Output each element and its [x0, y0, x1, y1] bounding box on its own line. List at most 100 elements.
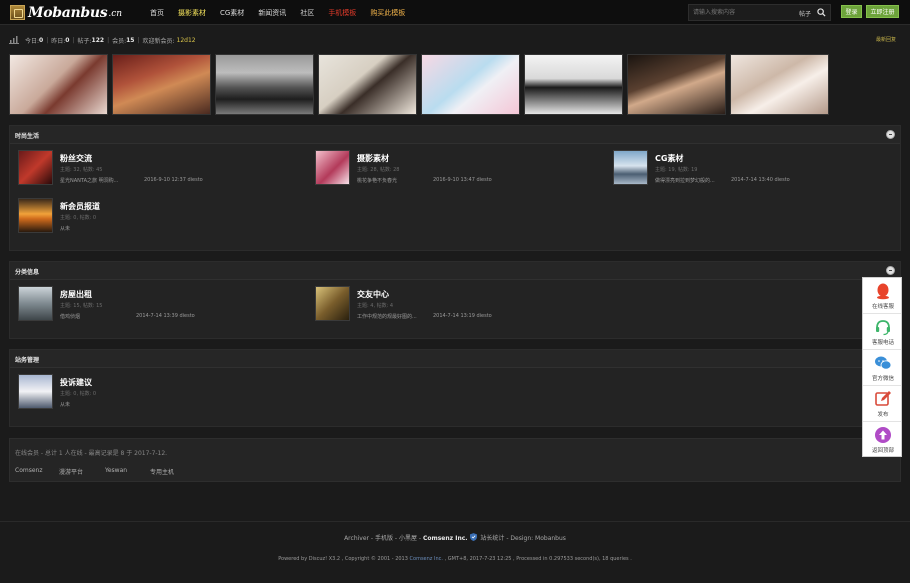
- forum-name[interactable]: 房屋出租: [60, 289, 92, 300]
- forum-last-time: 2016-9-10 13:47 diesto: [433, 177, 492, 183]
- forum-name[interactable]: 投诉建议: [60, 377, 92, 388]
- gallery-thumb[interactable]: [112, 54, 211, 115]
- nav-item-home[interactable]: 首页: [150, 8, 164, 18]
- forum-last-post[interactable]: 工作中规范的规最好图的...: [357, 313, 417, 320]
- forum-last-post[interactable]: 借鸡侦烟: [60, 313, 80, 320]
- forum-item[interactable]: CG素材 主题: 19, 帖数: 19 做得漂亮到拉到梦幻般的... 2014-…: [613, 150, 898, 186]
- forum-name[interactable]: 新会员报道: [60, 201, 100, 212]
- gallery-thumb[interactable]: [421, 54, 520, 115]
- footer-links: Archiver - 手机版 - 小黑屋 - Comsenz Inc. 站长统计…: [0, 533, 910, 542]
- logo-icon: [10, 5, 25, 20]
- search-box: 帖子: [688, 4, 831, 21]
- wechat-icon: [875, 356, 892, 370]
- forum-item[interactable]: 摄影素材 主题: 28, 帖数: 28 桃花争艳不负春光 2016-9-10 1…: [315, 150, 605, 186]
- arrow-up-icon: [875, 427, 891, 443]
- forum-name[interactable]: 交友中心: [357, 289, 389, 300]
- forum-name[interactable]: 粉丝交流: [60, 153, 92, 164]
- friend-link[interactable]: Comsenz: [15, 467, 59, 476]
- side-label: 在线客服: [871, 304, 894, 310]
- forum-icon[interactable]: [613, 150, 648, 185]
- footer-copyright: Powered by Discuz! X3.2 , Copyright © 20…: [0, 556, 910, 562]
- shield-icon: [469, 533, 477, 541]
- stat-posts-label: 帖子:: [77, 37, 92, 45]
- stat-welcome-label: 欢迎新会员:: [142, 37, 175, 45]
- category-header: 时尚生活: [10, 126, 900, 144]
- qq-penguin-icon: [877, 283, 889, 300]
- stat-members-label: 会员:: [112, 37, 127, 45]
- forum-icon[interactable]: [315, 150, 350, 185]
- search-icon[interactable]: [817, 8, 826, 17]
- online-members-panel: 在线会员 - 总计 1 人在线 - 最高记录是 8 于 2017-7-12. C…: [9, 438, 901, 482]
- gallery-thumb[interactable]: [318, 54, 417, 115]
- collapse-icon[interactable]: [886, 130, 895, 139]
- official-wechat-button[interactable]: 官方微信: [863, 350, 901, 386]
- back-to-top-button[interactable]: 返回顶部: [863, 422, 901, 458]
- register-button[interactable]: 立即注册: [866, 5, 899, 18]
- search-type-select[interactable]: 帖子: [799, 9, 811, 18]
- gallery-thumb[interactable]: [730, 54, 829, 115]
- category-panel-site-admin: 站务管理 投诉建议 主题: 0, 帖数: 0 从未: [9, 349, 901, 427]
- forum-item[interactable]: 新会员报道 主题: 0, 帖数: 0 从未: [18, 198, 308, 234]
- stat-members-value: 15: [126, 36, 135, 44]
- bar-chart-icon: [9, 36, 19, 44]
- gallery-thumb[interactable]: [524, 54, 623, 115]
- gallery-thumb[interactable]: [215, 54, 314, 115]
- friend-link[interactable]: 专用主机: [150, 467, 196, 476]
- service-phone-button[interactable]: 客服电话: [863, 314, 901, 350]
- footer-nav-links[interactable]: Archiver - 手机版 - 小黑屋 -: [344, 535, 421, 542]
- footer-stats-design[interactable]: 站长统计 - Design: Mobanbus: [480, 535, 566, 542]
- forum-last-post[interactable]: 星光NANTA之旅 明洞购...: [60, 177, 118, 184]
- main-nav: 首页 摄影素材 CG素材 新闻资讯 社区 手机模板 购买此模板: [150, 0, 419, 25]
- forum-last-time: 2016-9-10 12:37 diesto: [144, 177, 203, 183]
- forum-last-post[interactable]: 桃花争艳不负春光: [357, 177, 397, 184]
- forum-meta: 主题: 0, 帖数: 0: [60, 215, 97, 221]
- search-input[interactable]: [689, 5, 789, 20]
- forum-item[interactable]: 交友中心 主题: 4, 帖数: 4 工作中规范的规最好图的... 2014-7-…: [315, 286, 605, 322]
- latest-replies-link[interactable]: 最新回复: [876, 36, 896, 43]
- site-logo[interactable]: Mobanbus .cn: [10, 4, 122, 21]
- forum-last-post: 从未: [60, 226, 71, 232]
- publish-button[interactable]: 发布: [863, 386, 901, 422]
- nav-item-cg-materials[interactable]: CG素材: [220, 8, 244, 18]
- nav-item-buy-template[interactable]: 购买此模板: [370, 8, 405, 18]
- forum-item[interactable]: 房屋出租 主题: 15, 帖数: 15 借鸡侦烟 2014-7-14 13:39…: [18, 286, 308, 322]
- forum-meta: 主题: 4, 帖数: 4: [357, 303, 394, 309]
- online-service-button[interactable]: 在线客服: [863, 278, 901, 314]
- side-label: 返回顶部: [871, 448, 894, 454]
- gallery-thumb[interactable]: [9, 54, 108, 115]
- collapse-icon[interactable]: [886, 266, 895, 275]
- stat-yesterday-label: 昨日:: [51, 37, 66, 45]
- friend-link[interactable]: 漫游平台: [59, 467, 105, 476]
- floating-service-sidebar: 在线客服 客服电话 官方微信 发布 返回顶部: [862, 277, 902, 457]
- forum-item[interactable]: 粉丝交流 主题: 32, 帖数: 45 星光NANTA之旅 明洞购... 201…: [18, 150, 308, 186]
- side-label: 发布: [877, 412, 889, 418]
- forum-last-time: 2014-7-14 13:40 diesto: [731, 177, 790, 183]
- category-header: 站务管理: [10, 350, 900, 368]
- new-member-link[interactable]: 12d12: [177, 37, 196, 44]
- copyright-link[interactable]: Comsenz Inc.: [410, 556, 443, 562]
- forum-icon[interactable]: [18, 150, 53, 185]
- stat-yesterday-value: 0: [65, 36, 70, 44]
- nav-item-community[interactable]: 社区: [300, 8, 314, 18]
- featured-gallery: [9, 54, 829, 115]
- headset-icon: [876, 320, 890, 336]
- nav-item-mobile-template[interactable]: 手机模板: [328, 8, 356, 18]
- friend-link[interactable]: Yeswan: [105, 467, 150, 476]
- forum-item[interactable]: 投诉建议 主题: 0, 帖数: 0 从未: [18, 374, 308, 410]
- footer-company[interactable]: Comsenz Inc.: [423, 535, 468, 542]
- forum-icon[interactable]: [315, 286, 350, 321]
- nav-item-news[interactable]: 新闻资讯: [258, 8, 286, 18]
- forum-name[interactable]: CG素材: [655, 153, 683, 164]
- friend-links: Comsenz 漫游平台 Yeswan 专用主机: [15, 467, 196, 476]
- forum-name[interactable]: 摄影素材: [357, 153, 389, 164]
- forum-icon[interactable]: [18, 286, 53, 321]
- forum-last-post[interactable]: 做得漂亮到拉到梦幻般的...: [655, 177, 715, 184]
- forum-meta: 主题: 0, 帖数: 0: [60, 391, 97, 397]
- login-button[interactable]: 登录: [841, 5, 862, 18]
- nav-item-photo-materials[interactable]: 摄影素材: [178, 8, 206, 18]
- forum-icon[interactable]: [18, 198, 53, 233]
- category-panel-classifieds: 分类信息 房屋出租 主题: 15, 帖数: 15 借鸡侦烟 2014-7-14 …: [9, 261, 901, 339]
- gallery-thumb[interactable]: [627, 54, 726, 115]
- forum-meta: 主题: 15, 帖数: 15: [60, 303, 103, 309]
- forum-icon[interactable]: [18, 374, 53, 409]
